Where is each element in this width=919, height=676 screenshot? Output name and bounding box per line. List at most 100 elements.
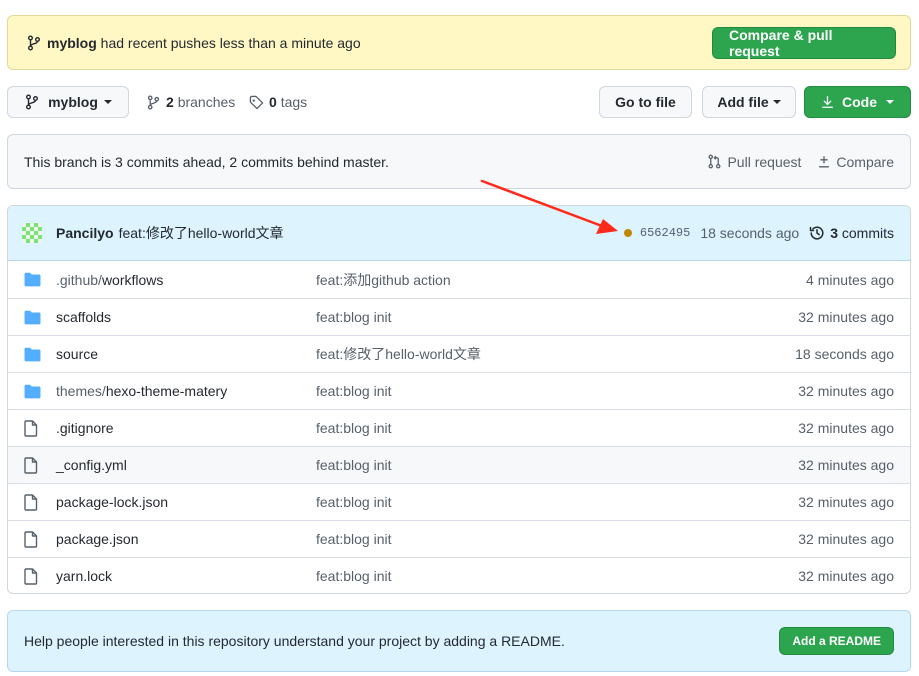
code-label: Code [842,94,877,110]
commits-history-link[interactable]: 3 commits [809,225,894,241]
file-name: workflows [101,271,164,288]
branch-selector-label: myblog [48,94,98,110]
file-name: yarn.lock [56,568,113,584]
file-commit-message[interactable]: feat:修改了hello-world文章 [316,344,795,364]
branches-link[interactable]: 2 branches [146,93,235,111]
file-list: .github/workflows feat:添加github action 4 m… [8,261,910,593]
file-dir: themes/ [56,383,106,399]
git-branch-icon [147,94,160,110]
row-icon [24,419,42,437]
recent-push-text: had recent pushes less than a minute ago [100,34,361,51]
file-name-link[interactable]: yarn.lock [56,568,316,584]
table-row[interactable]: _config.yml feat:blog init 32 minutes ago [8,446,910,483]
file-name-link[interactable]: _config.yml [56,457,316,473]
branch-selector-button[interactable]: myblog [7,86,129,118]
file-commit-age: 32 minutes ago [798,420,894,436]
go-to-file-button[interactable]: Go to file [599,86,692,118]
file-dir: .github/ [56,271,102,288]
file-name-link[interactable]: .gitignore [56,420,316,436]
branches-label: branches [177,94,236,110]
file-commit-message[interactable]: feat:blog init [316,420,798,436]
avatar[interactable] [22,223,42,243]
file-commit-age: 32 minutes ago [798,494,894,510]
table-row[interactable]: themes/hexo-theme-matery feat:blog init 32… [8,372,910,409]
row-icon [24,310,42,325]
branches-count: 2 [166,94,174,110]
commits-count: 3 [830,225,838,241]
file-commit-message[interactable]: feat:blog init [316,494,798,510]
file-icon [24,493,38,511]
file-commit-message[interactable]: feat:blog init [316,383,798,399]
file-commit-age: 32 minutes ago [798,383,894,399]
folder-icon [24,384,41,398]
tags-label: tags [280,94,308,110]
table-row[interactable]: package-lock.json feat:blog init 32 minute… [8,483,910,520]
file-commit-message[interactable]: feat:blog init [316,568,798,584]
file-icon [24,456,38,474]
file-name-link[interactable]: package-lock.json [56,494,316,510]
compare-pull-request-button[interactable]: Compare & pull request [712,26,896,59]
tags-link[interactable]: 0 tags [249,93,307,111]
add-readme-button[interactable]: Add a README [779,627,894,655]
table-row[interactable]: scaffolds feat:blog init 32 minutes ago [8,298,910,335]
file-name: package-lock.json [56,494,169,510]
file-name: .gitignore [56,420,114,436]
compare-label: Compare [836,153,894,170]
file-commit-age: 18 seconds ago [795,346,894,362]
file-commit-message[interactable]: feat:blog init [316,309,798,325]
folder-icon [24,310,41,324]
commit-author[interactable]: Pancilyo [56,225,114,241]
pull-request-icon [708,154,721,169]
table-row[interactable]: .github/workflows feat:添加github action 4 m… [8,261,910,298]
file-commit-message[interactable]: feat:blog init [316,531,798,547]
recent-push-branch[interactable]: myblog [47,35,97,51]
latest-commit-header: Pancilyo feat:修改了hello-world文章 6562495 1… [8,206,910,261]
row-icon [24,530,42,548]
file-name: package.json [56,531,139,547]
commit-message[interactable]: feat:修改了hello-world文章 [119,223,284,243]
file-name-link[interactable]: themes/hexo-theme-matery [56,383,316,399]
row-icon [24,456,42,474]
file-icon [24,567,38,585]
table-row[interactable]: .gitignore feat:blog init 32 minutes ago [8,409,910,446]
diff-icon [819,155,830,167]
file-name-link[interactable]: source [56,346,316,362]
recent-push-message: myblog had recent pushes less than a min… [26,35,361,51]
pull-request-link[interactable]: Pull request [707,154,801,170]
row-icon [24,384,42,399]
recent-push-banner: myblog had recent pushes less than a min… [7,15,911,70]
table-row[interactable]: source feat:修改了hello-world文章 18 seconds ag… [8,335,910,372]
table-row[interactable]: yarn.lock feat:blog init 32 minutes ago [8,557,910,593]
compare-link[interactable]: Compare [817,154,894,170]
tag-icon [249,95,264,109]
folder-icon [24,272,41,287]
file-commit-age: 4 minutes ago [806,271,894,288]
readme-message: Help people interested in this repositor… [24,633,565,649]
file-name: hexo-theme-matery [105,383,228,399]
file-icon [24,419,38,437]
chevron-down-icon [886,100,894,104]
file-icon [24,530,38,548]
tags-count: 0 [269,94,277,110]
commit-sha[interactable]: 6562495 [640,226,690,240]
commits-label: commits [841,225,894,241]
file-table: Pancilyo feat:修改了hello-world文章 6562495 1… [7,205,911,594]
table-row[interactable]: package.json feat:blog init 32 minutes ago [8,520,910,557]
history-icon [809,226,824,240]
file-name-link[interactable]: .github/workflows [56,272,316,288]
git-branch-icon [28,35,40,50]
branch-compare-bar: This branch is 3 commits ahead, 2 commit… [7,134,911,189]
download-icon [821,96,834,108]
file-name: source [56,346,99,362]
add-file-label: Add file [717,94,769,110]
file-commit-message[interactable]: feat:添加github action [316,270,806,290]
folder-icon [24,347,41,361]
file-name-link[interactable]: scaffolds [56,309,316,325]
file-commit-age: 32 minutes ago [798,309,894,325]
add-file-button[interactable]: Add file [702,86,796,118]
file-commit-message[interactable]: feat:blog init [316,457,798,473]
file-name-link[interactable]: package.json [56,531,316,547]
commit-status-dot[interactable] [623,229,632,237]
file-name: _config.yml [56,457,127,473]
code-button[interactable]: Code [804,86,911,118]
